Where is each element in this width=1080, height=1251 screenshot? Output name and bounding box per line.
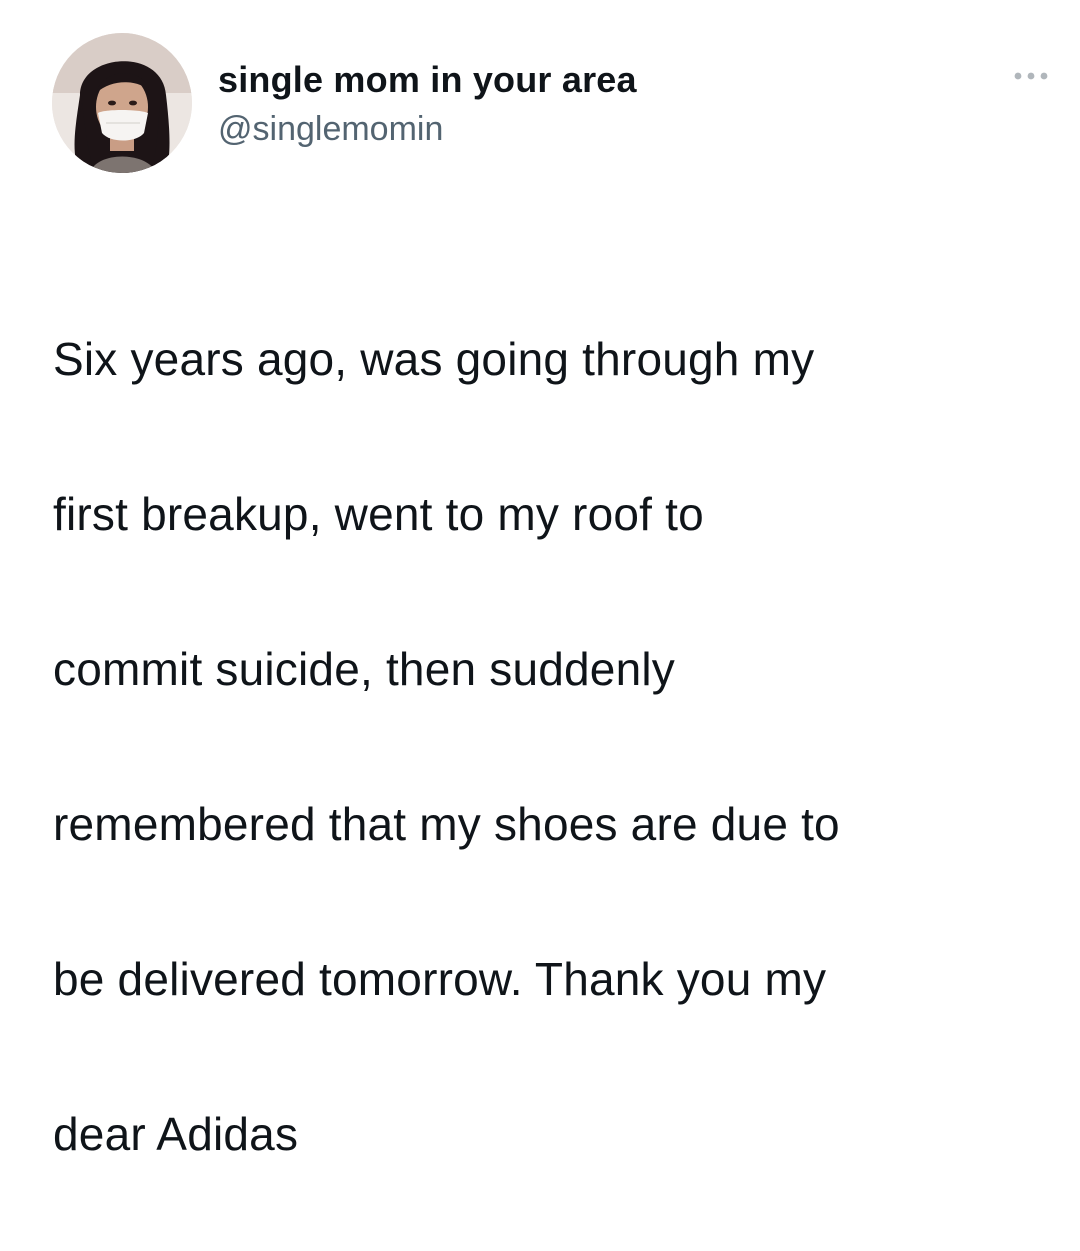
tweet-text: Six years ago, was going through my firs… [53, 243, 1043, 1251]
tweet-text-line: be delivered tomorrow. Thank you my [53, 952, 827, 1005]
tweet-text-line: first breakup, went to my roof to [53, 487, 704, 540]
author-handle[interactable]: @singlemomin [218, 108, 443, 150]
more-horizontal-icon [1014, 72, 1048, 80]
author-display-name[interactable]: single mom in your area [218, 58, 637, 102]
avatar[interactable] [52, 33, 192, 173]
avatar-photo [52, 33, 192, 173]
tweet-text-line: commit suicide, then suddenly [53, 642, 675, 695]
tweet-text-line: remembered that my shoes are due to [53, 797, 840, 850]
tweet-text-line: Six years ago, was going through my [53, 332, 815, 385]
tweet-card: single mom in your area @singlemomin Six… [0, 0, 1080, 1160]
more-options-button[interactable] [1010, 64, 1052, 88]
tweet-text-line: dear Adidas [53, 1107, 299, 1160]
